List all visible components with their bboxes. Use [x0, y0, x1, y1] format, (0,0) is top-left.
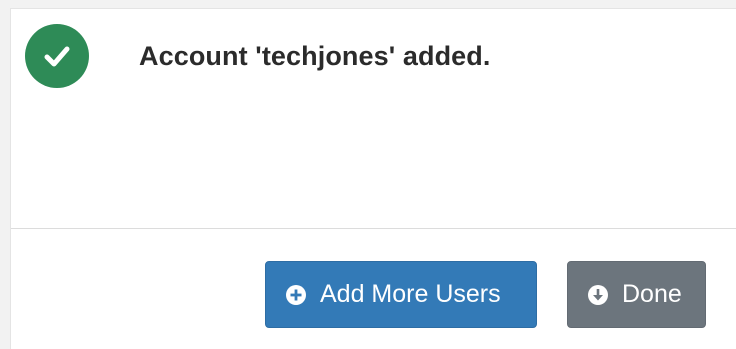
dialog-footer: Add More Users Done	[11, 228, 736, 349]
dialog-body: Account 'techjones' added.	[11, 9, 736, 228]
plus-circle-icon	[286, 284, 306, 305]
add-more-users-button[interactable]: Add More Users	[265, 261, 537, 328]
done-button[interactable]: Done	[567, 261, 706, 328]
success-dialog: Account 'techjones' added. Add More User…	[10, 8, 736, 349]
add-more-users-label: Add More Users	[320, 280, 501, 308]
arrow-down-circle-icon	[588, 284, 608, 305]
done-label: Done	[622, 280, 682, 308]
check-circle-icon	[25, 24, 89, 88]
status-message: Account 'techjones' added.	[139, 41, 491, 71]
